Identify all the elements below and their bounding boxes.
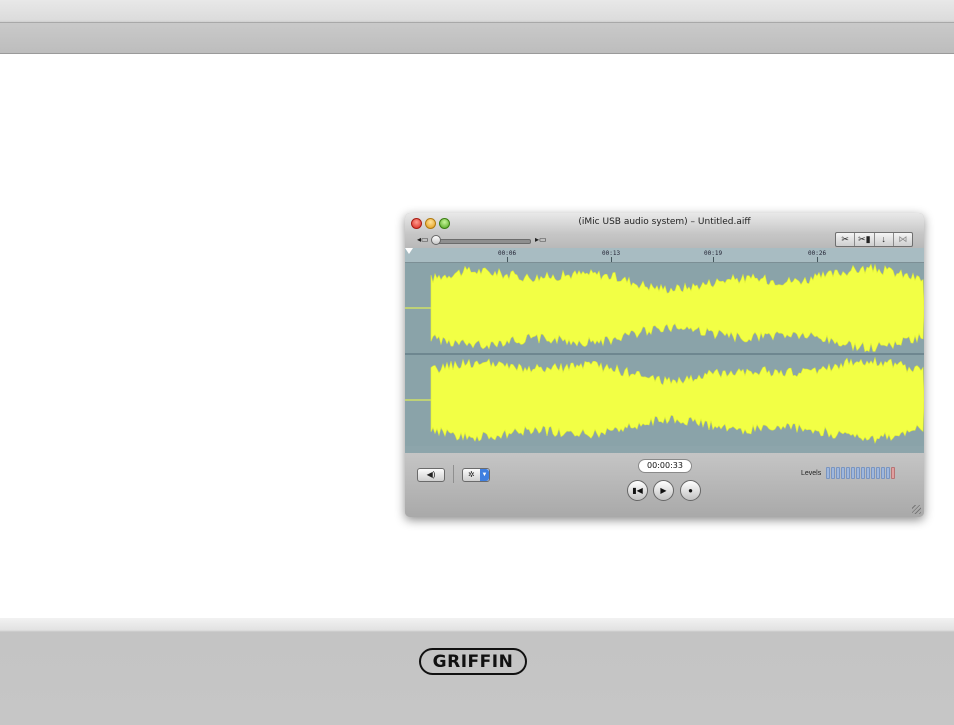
level-segment — [851, 467, 855, 479]
window-titlebar: (iMic USB audio system) – Untitled.aiff — [405, 213, 924, 234]
trim-icon[interactable]: ✂▮ — [855, 233, 875, 246]
ruler-tick — [713, 257, 714, 262]
ruler-tick-label: 00:13 — [602, 250, 621, 257]
record-icon[interactable]: ● — [680, 480, 701, 501]
ruler-tick — [817, 257, 818, 262]
left-channel-waveform — [405, 263, 924, 354]
zoom-in-icon[interactable]: ▸▭ — [535, 235, 547, 244]
ruler-tick — [611, 257, 612, 262]
resize-grip[interactable] — [912, 505, 921, 514]
ruler-tick-label: 00:06 — [498, 250, 517, 257]
level-segment — [866, 467, 870, 479]
audio-recorder-window: (iMic USB audio system) – Untitled.aiff … — [405, 213, 924, 517]
level-segment — [836, 467, 840, 479]
level-segment — [841, 467, 845, 479]
play-icon[interactable]: ▶ — [653, 480, 674, 501]
level-segment — [826, 467, 830, 479]
level-segment — [876, 467, 880, 479]
zoom-slider-track[interactable] — [433, 239, 531, 244]
rewind-icon[interactable]: ▮◀ — [627, 480, 648, 501]
right-waveform-svg — [405, 356, 924, 444]
waveform-area[interactable] — [405, 263, 924, 504]
insert-icon[interactable]: ↓ — [875, 233, 894, 246]
level-segment — [831, 467, 835, 479]
gear-icon[interactable]: ✲ ▼ — [462, 468, 490, 482]
merge-icon: ⋈ — [898, 234, 908, 244]
window-title: (iMic USB audio system) – Untitled.aiff — [578, 217, 751, 227]
level-segment — [871, 467, 875, 479]
level-segment — [861, 467, 865, 479]
top-banner — [0, 0, 954, 54]
level-segment — [856, 467, 860, 479]
banner-divider — [0, 22, 954, 23]
zoom-slider-knob[interactable] — [431, 235, 441, 245]
elapsed-time: 00:00:33 — [638, 459, 692, 473]
levels-label: Levels — [801, 470, 822, 477]
scissors-icon[interactable]: ✂ — [836, 233, 856, 246]
level-segment — [881, 467, 885, 479]
level-segment-peak — [891, 467, 895, 479]
level-segment — [886, 467, 890, 479]
edit-tool-group: ✂ ✂▮ ↓ ⋈ — [835, 232, 913, 247]
ruler-tick-label: 00:19 — [704, 250, 723, 257]
control-separator — [453, 465, 454, 483]
ruler-tick — [507, 257, 508, 262]
ruler-tick-label: 00:26 — [808, 250, 827, 257]
griffin-logo: GRIFFIN — [419, 648, 527, 675]
left-waveform-svg — [405, 263, 924, 353]
zoom-out-icon[interactable]: ◂▭ — [417, 235, 429, 244]
playhead-marker[interactable] — [405, 248, 413, 254]
levels-meter — [826, 467, 895, 479]
speaker-icon[interactable]: ◀) — [417, 468, 445, 482]
chevron-down-icon: ▼ — [480, 469, 489, 481]
transport-controls: ◀) ✲ ▼ 00:00:33 ▮◀ ▶ ● Levels — [405, 453, 924, 517]
right-channel-waveform — [405, 355, 924, 446]
time-ruler[interactable]: 00:06 00:13 00:19 00:26 — [405, 248, 924, 263]
level-segment — [846, 467, 850, 479]
